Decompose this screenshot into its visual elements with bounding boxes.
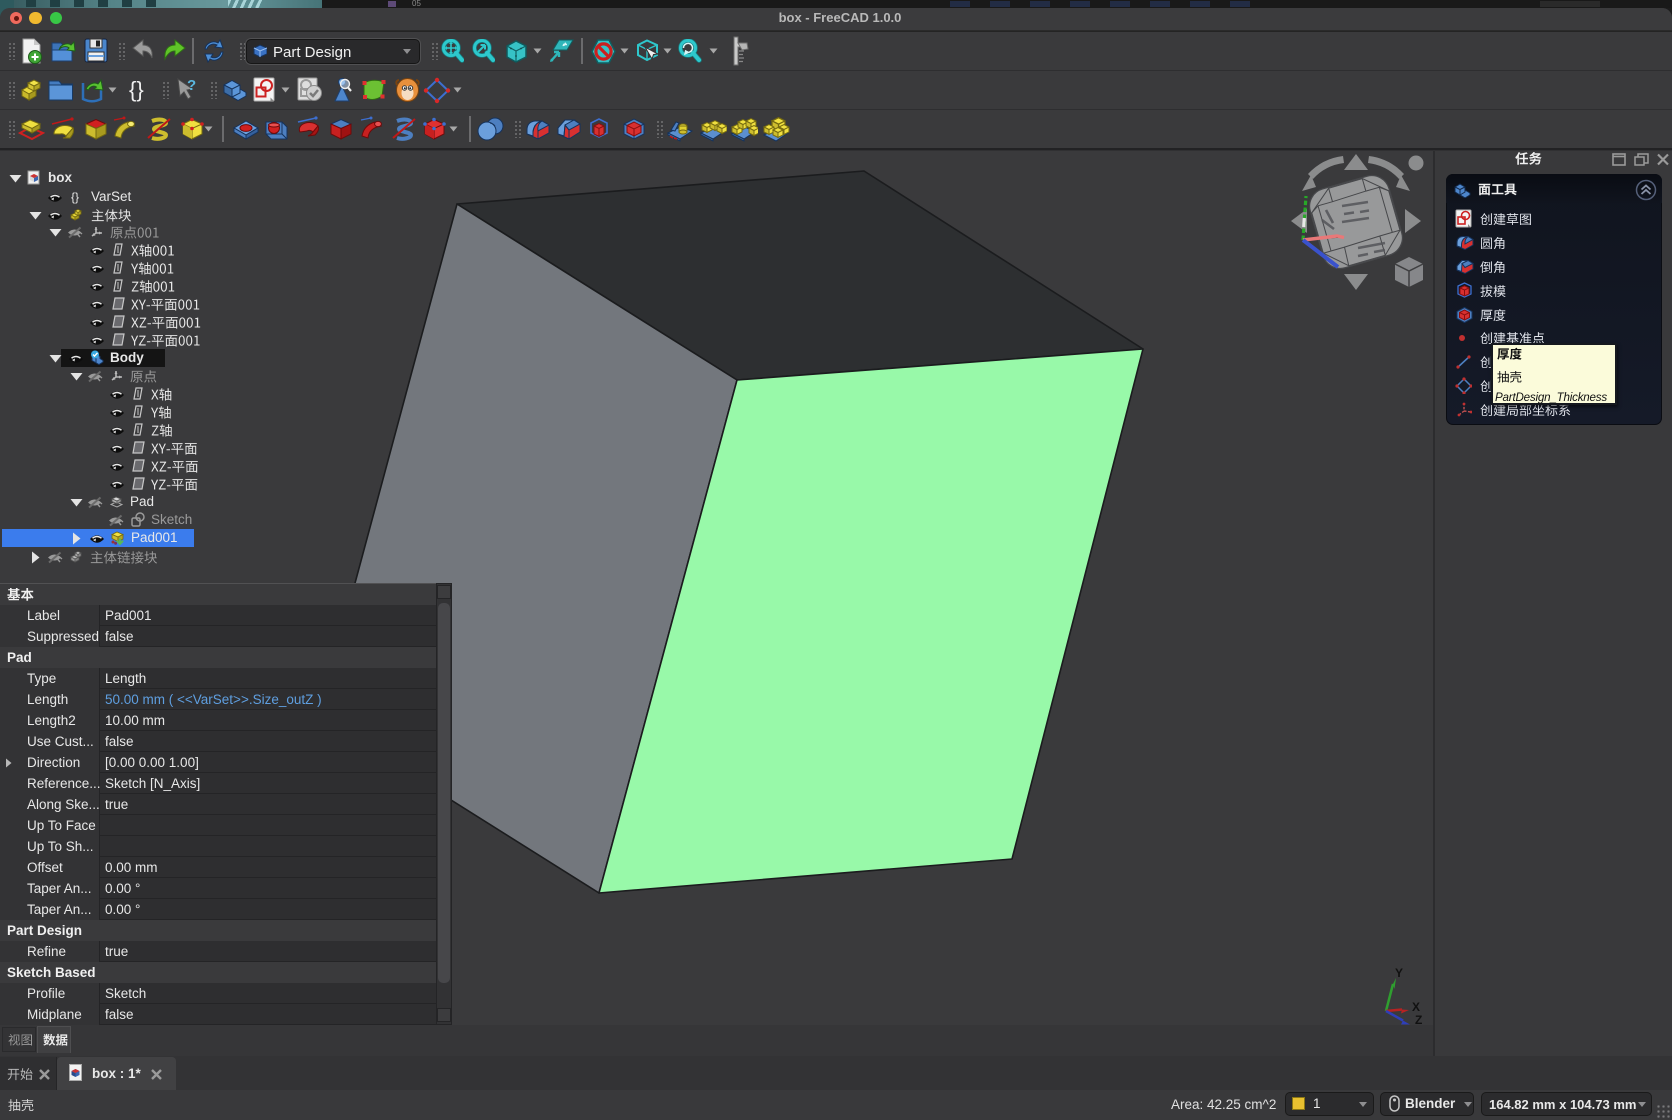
svg-text:?: ?: [187, 77, 196, 94]
svg-text:Y: Y: [1395, 966, 1403, 980]
svg-text:{}: {}: [71, 190, 79, 204]
svg-text:X: X: [1412, 1000, 1420, 1014]
